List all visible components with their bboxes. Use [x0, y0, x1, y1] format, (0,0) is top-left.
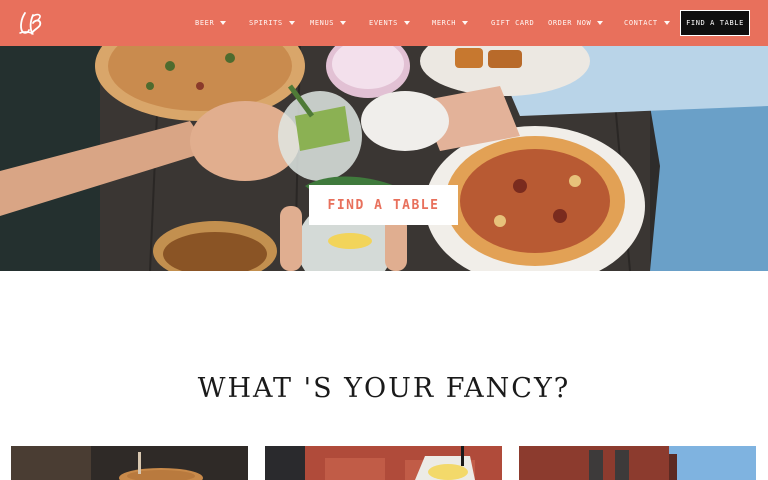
nav-item-label: BEER: [195, 19, 215, 27]
nav-item-label: SPIRITS: [249, 19, 283, 27]
nav-item-label: EVENTS: [369, 19, 398, 27]
nav-item-beer[interactable]: BEER: [195, 17, 227, 29]
category-card-drinks[interactable]: [265, 446, 502, 480]
nav-item-events[interactable]: EVENTS: [369, 17, 410, 29]
chevron-down-icon: [340, 21, 347, 25]
nav-item-gift-card[interactable]: GIFT CARD: [491, 17, 534, 29]
category-card-food[interactable]: [11, 446, 248, 480]
nav-item-label: CONTACT: [624, 19, 658, 27]
hero-photo: [0, 46, 768, 271]
chevron-down-icon: [663, 21, 670, 25]
section-title: WHAT 'S YOUR FANCY?: [197, 373, 571, 404]
nav-item-order-now[interactable]: ORDER NOW: [548, 17, 604, 29]
chevron-down-icon: [220, 21, 227, 25]
category-card-location[interactable]: [519, 446, 756, 480]
hero-banner: FIND A TABLE: [0, 46, 768, 271]
nav-item-label: GIFT CARD: [491, 19, 535, 27]
chevron-down-icon: [462, 21, 469, 25]
nav-item-menus[interactable]: MENUS: [310, 17, 347, 29]
brand-logo[interactable]: [16, 9, 46, 37]
find-a-table-button[interactable]: FIND A TABLE: [680, 10, 750, 36]
card-image-burger: [11, 446, 248, 480]
card-image-cocktail: [265, 446, 502, 480]
nav-item-label: MENUS: [310, 19, 335, 27]
hero-find-a-table-button[interactable]: FIND A TABLE: [309, 185, 458, 225]
card-image-building: [519, 446, 756, 480]
nav-item-label: MERCH: [432, 19, 457, 27]
chevron-down-icon: [288, 21, 295, 25]
top-nav-bar: BEER SPIRITS MENUS EVENTS MERCH GIFT CAR…: [0, 0, 768, 46]
nav-item-merch[interactable]: MERCH: [432, 17, 469, 29]
nav-item-contact[interactable]: CONTACT: [624, 17, 670, 29]
nav-item-label: ORDER NOW: [548, 19, 592, 27]
brand-logo-mark: [19, 12, 42, 36]
chevron-down-icon: [597, 21, 604, 25]
nav-item-spirits[interactable]: SPIRITS: [249, 17, 295, 29]
chevron-down-icon: [403, 21, 410, 25]
